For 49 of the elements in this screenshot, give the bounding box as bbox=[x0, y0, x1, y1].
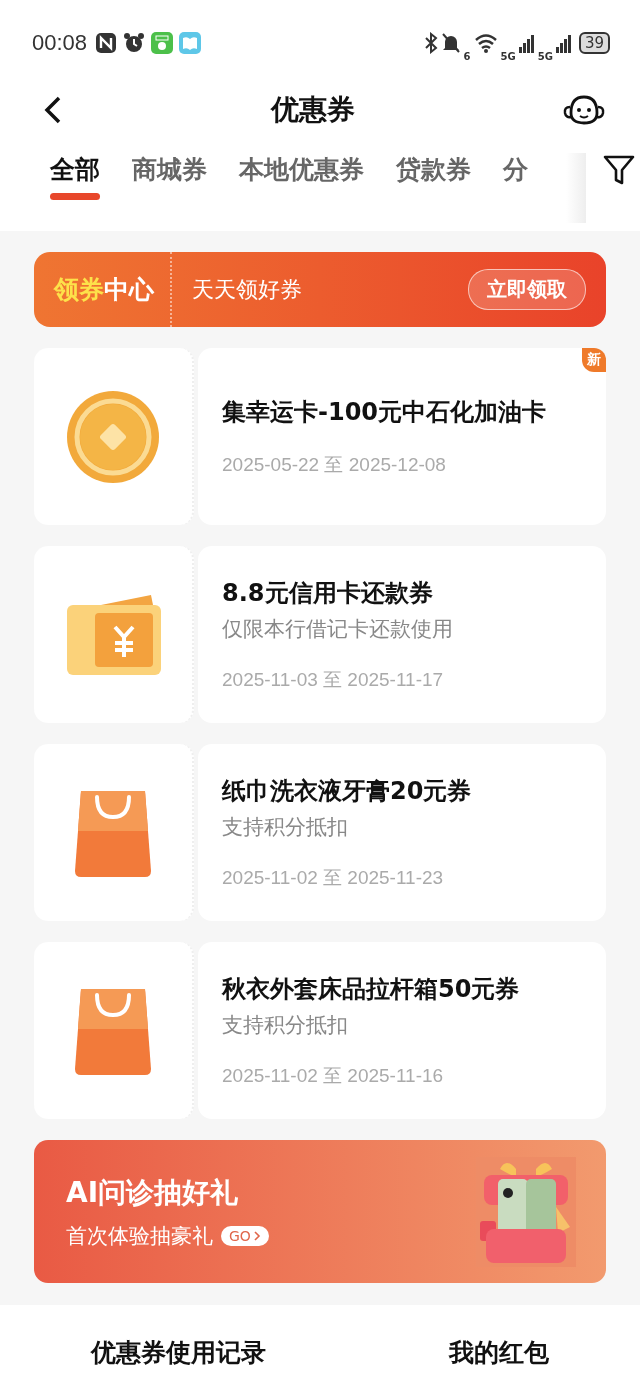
bottom-link[interactable]: 我的红包 bbox=[442, 1335, 555, 1370]
category-tab[interactable]: 分 bbox=[503, 153, 528, 200]
coupon-condition: 支持积分抵扣 bbox=[222, 813, 349, 841]
category-tab[interactable]: 全部 bbox=[50, 153, 100, 200]
validity-period: 2025-11-03 至 2025-11-17 bbox=[222, 667, 445, 692]
coin-icon bbox=[66, 389, 160, 484]
coupon-body[interactable]: 集幸运卡-100元中石化加油卡 2025-05-22 至 2025-12-08 新 bbox=[198, 348, 606, 525]
promo-title: AI问诊抽好礼 bbox=[66, 1174, 240, 1211]
network-type: 5G bbox=[500, 51, 516, 62]
mute-bell-icon bbox=[440, 31, 461, 54]
app-icon bbox=[151, 31, 174, 54]
wifi-generation: 6 bbox=[463, 51, 471, 62]
nfc-icon bbox=[95, 31, 118, 54]
bottom-link[interactable]: 优惠券使用记录 bbox=[85, 1335, 273, 1370]
status-time: 00:08 bbox=[32, 29, 88, 56]
new-badge: 新 bbox=[582, 348, 606, 372]
alarm-icon bbox=[123, 31, 146, 54]
claim-button[interactable]: 立即领取 bbox=[468, 269, 586, 310]
category-tab[interactable]: 贷款券 bbox=[396, 153, 471, 200]
coupon-title: 纸巾洗衣液牙膏20元券 bbox=[222, 775, 473, 807]
coupon-title: 秋衣外套床品拉杆箱50元券 bbox=[222, 973, 521, 1005]
coupon-center-logo: 领券中心 bbox=[54, 274, 154, 306]
category-tab[interactable]: 商城券 bbox=[132, 153, 207, 200]
battery-level: 39 bbox=[578, 31, 610, 54]
coupon-condition: 支持积分抵扣 bbox=[222, 1011, 349, 1039]
validity-period: 2025-05-22 至 2025-12-08 bbox=[222, 452, 447, 477]
coupon-title: 8.8元信用卡还款券 bbox=[222, 577, 434, 609]
promo-subtitle: 首次体验抽豪礼 bbox=[66, 1222, 213, 1250]
go-button[interactable]: GO bbox=[221, 1225, 269, 1246]
coupon-center-banner[interactable]: 领券中心 天天领好券 立即领取 bbox=[34, 252, 606, 327]
wifi-icon bbox=[473, 31, 498, 54]
validity-period: 2025-11-02 至 2025-11-16 bbox=[222, 1063, 445, 1088]
coupon-condition: 仅限本行借记卡还款使用 bbox=[222, 615, 454, 643]
coupon-title: 集幸运卡-100元中石化加油卡 bbox=[222, 396, 548, 428]
banner-slogan: 天天领好券 bbox=[192, 275, 303, 304]
category-tab[interactable]: 本地优惠券 bbox=[239, 153, 364, 200]
coupon-body[interactable]: 秋衣外套床品拉杆箱50元券 支持积分抵扣 2025-11-02 至 2025-11-16 bbox=[198, 942, 606, 1119]
filter-icon[interactable] bbox=[602, 153, 636, 187]
network-type: 5G bbox=[537, 51, 553, 62]
book-icon bbox=[179, 31, 202, 54]
coupon-body[interactable]: 8.8元信用卡还款券 仅限本行借记卡还款使用 2025-11-03 至 2025-11-17 bbox=[198, 546, 606, 723]
chevron-icon bbox=[252, 1229, 261, 1242]
page-title: 优惠券 bbox=[271, 92, 355, 128]
robot-face-icon[interactable] bbox=[562, 93, 606, 127]
validity-period: 2025-11-02 至 2025-11-23 bbox=[222, 865, 445, 890]
bluetooth-icon bbox=[423, 31, 438, 54]
promo-banner[interactable]: AI问诊抽好礼 首次体验抽豪礼 GO bbox=[34, 1140, 606, 1283]
coupon-body[interactable]: 纸巾洗衣液牙膏20元券 支持积分抵扣 2025-11-02 至 2025-11-23 bbox=[198, 744, 606, 921]
ticket-icon bbox=[65, 592, 161, 677]
